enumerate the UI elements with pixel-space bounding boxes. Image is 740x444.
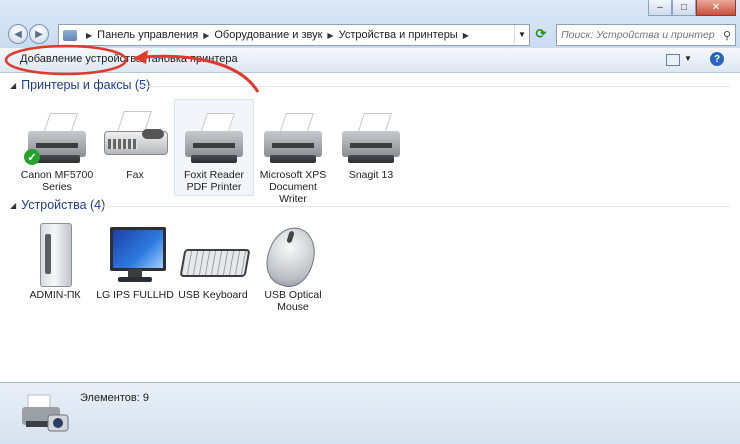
device-foxit-pdf-printer[interactable]: Foxit Reader PDF Printer: [174, 99, 254, 196]
status-bar: Элементов: 9: [0, 382, 740, 444]
device-admin-pc[interactable]: ADMIN-ПК: [16, 223, 94, 301]
group-title-devices: Устройства (4): [21, 198, 106, 212]
chevron-right-icon[interactable]: ▶: [203, 31, 209, 40]
device-label: Fax: [126, 169, 144, 181]
breadcrumb: ▶ Панель управления ▶ Оборудование и зву…: [81, 29, 474, 41]
minimize-button[interactable]: –: [648, 0, 672, 16]
window-controls: – □ ✕: [648, 0, 736, 16]
devices-and-printers-window: – □ ✕ ◀ ▶ ▶ Панель управления ▶ Оборудов…: [0, 0, 740, 444]
device-label: USB Keyboard: [178, 289, 248, 301]
arrow-right-icon: ▶: [35, 28, 43, 40]
fax-icon: [100, 103, 170, 167]
device-label: ADMIN-ПК: [29, 289, 81, 301]
device-usb-keyboard[interactable]: USB Keyboard: [174, 223, 252, 301]
group-header-printers[interactable]: ◢ Принтеры и факсы (5): [10, 78, 150, 92]
device-label: Microsoft XPS Document Writer: [259, 169, 327, 205]
collapse-chevron-icon[interactable]: ◢: [10, 201, 16, 210]
address-dropdown-icon[interactable]: ▼: [514, 25, 529, 43]
device-label: LG IPS FULLHD: [96, 289, 174, 301]
device-microsoft-xps-writer[interactable]: Microsoft XPS Document Writer: [254, 103, 332, 205]
chevron-right-icon[interactable]: ▶: [463, 31, 469, 40]
breadcrumb-item-devices-printers[interactable]: Устройства и принтеры: [339, 29, 458, 41]
address-bar[interactable]: ▶ Панель управления ▶ Оборудование и зву…: [58, 24, 530, 46]
arrow-left-icon: ◀: [14, 28, 22, 40]
title-bar: – □ ✕ ◀ ▶ ▶ Панель управления ▶ Оборудов…: [0, 0, 740, 48]
refresh-icon[interactable]: ⟳: [532, 25, 550, 43]
chevron-right-icon: ▶: [86, 30, 93, 40]
breadcrumb-item-control-panel[interactable]: Панель управления: [97, 29, 198, 41]
search-icon[interactable]: ⚲: [719, 29, 735, 42]
view-options-icon[interactable]: [666, 54, 680, 66]
device-lg-monitor[interactable]: LG IPS FULLHD: [96, 223, 174, 301]
add-printer-label: Установка принтера: [140, 53, 238, 65]
add-printer-button[interactable]: Установка принтера: [140, 53, 240, 65]
close-button[interactable]: ✕: [696, 0, 736, 16]
printer-icon: ✓: [22, 103, 92, 167]
group-divider: [102, 206, 730, 207]
monitor-icon: [100, 223, 170, 287]
device-fax[interactable]: Fax: [96, 103, 174, 181]
command-bar: Добавление устройства Установка принтера…: [0, 48, 740, 73]
maximize-button[interactable]: □: [672, 0, 696, 16]
group-divider: [138, 86, 730, 87]
printer-icon: [258, 103, 328, 167]
device-snagit-13[interactable]: Snagit 13: [332, 103, 410, 181]
mouse-icon: [258, 221, 328, 293]
add-device-button[interactable]: Добавление устройства: [20, 53, 142, 65]
item-count: Элементов: 9: [80, 392, 149, 404]
printer-icon: [179, 103, 249, 167]
forward-button[interactable]: ▶: [29, 24, 49, 44]
device-label: Snagit 13: [348, 169, 394, 181]
group-header-devices[interactable]: ◢ Устройства (4): [10, 198, 105, 212]
search-box: ⚲: [556, 24, 736, 46]
device-label: USB Optical Mouse: [264, 289, 322, 313]
chevron-down-icon[interactable]: ▼: [684, 54, 692, 63]
back-button[interactable]: ◀: [8, 24, 28, 44]
control-panel-icon: [63, 29, 77, 41]
default-printer-check-icon: ✓: [24, 149, 40, 165]
search-input[interactable]: [557, 29, 719, 41]
help-icon[interactable]: ?: [710, 52, 724, 66]
computer-icon: [20, 223, 90, 287]
breadcrumb-item-hardware-sound[interactable]: Оборудование и звук: [214, 29, 322, 41]
chevron-right-icon[interactable]: ▶: [327, 31, 333, 40]
keyboard-icon: [178, 223, 251, 287]
device-label: Foxit Reader PDF Printer: [183, 169, 245, 193]
group-title-printers: Принтеры и факсы (5): [21, 78, 151, 92]
collapse-chevron-icon[interactable]: ◢: [10, 81, 16, 90]
device-usb-mouse[interactable]: USB Optical Mouse: [254, 221, 332, 313]
devices-printers-icon: [18, 391, 72, 437]
content-area: ◢ Принтеры и факсы (5) ✓ Canon MF5700 Se…: [0, 73, 740, 381]
printer-icon: [336, 103, 406, 167]
device-canon-mf5700[interactable]: ✓ Canon MF5700 Series: [18, 103, 96, 193]
device-label: Canon MF5700 Series: [20, 169, 94, 193]
